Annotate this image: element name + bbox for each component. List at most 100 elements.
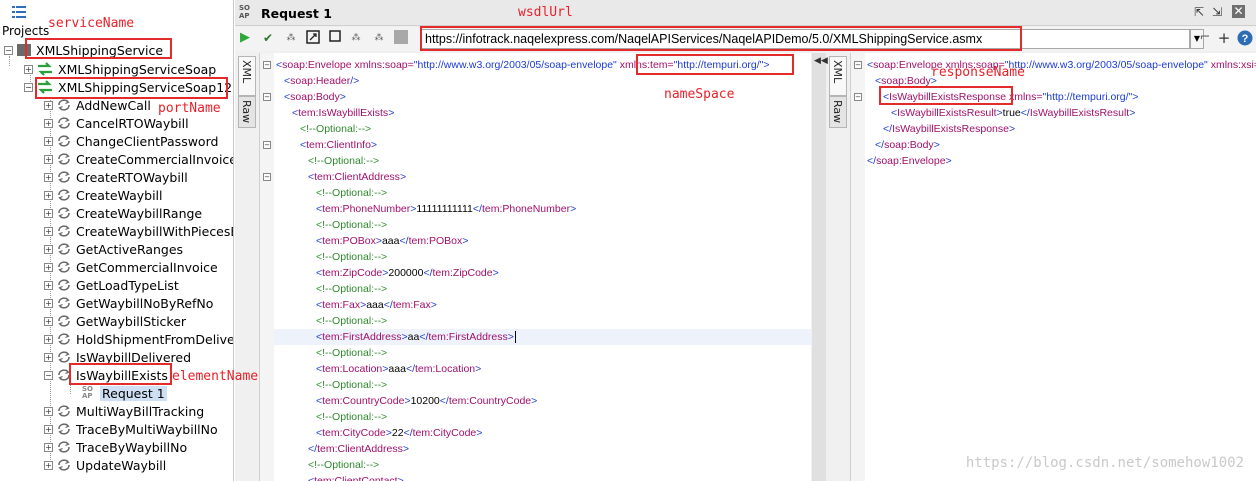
projects-list-icon[interactable] (12, 6, 26, 18)
tree-request-node[interactable]: SO AP Request 1 (82, 384, 167, 402)
xml-token: </ (439, 395, 449, 407)
tree-operation-node[interactable]: + GetActiveRanges (44, 240, 183, 258)
tab-response-raw[interactable]: Raw (829, 96, 847, 128)
operation-name-label: UpdateWaybill (76, 457, 167, 473)
fold-toggle-icon[interactable]: − (263, 141, 271, 149)
fold-toggle-icon[interactable]: − (263, 61, 271, 69)
expand-toggle-icon[interactable]: + (44, 190, 53, 200)
collapse-toggle-icon[interactable]: − (44, 370, 53, 380)
add-endpoint-icon[interactable]: + (1216, 30, 1232, 46)
tree-operation-node[interactable]: + ChangeClientPassword (44, 132, 218, 150)
expand-toggle-icon[interactable]: + (44, 460, 53, 470)
xml-line: <tem:ClientAddress> (308, 169, 406, 185)
operation-name-label: GetWaybillNoByRefNo (76, 295, 214, 311)
tree-port-node[interactable]: − XMLShippingServiceSoap12 (24, 78, 232, 96)
tree-port-node[interactable]: + XMLShippingServiceSoap (24, 60, 216, 78)
tab-request-raw[interactable]: Raw (238, 96, 256, 128)
expand-toggle-icon[interactable]: + (44, 298, 53, 308)
tree-operation-node[interactable]: + CreateCommercialInvoice (44, 150, 233, 168)
expand-toggle-icon[interactable]: + (44, 352, 53, 362)
format-icon[interactable]: ⁂ (348, 30, 364, 46)
interface-arrows-icon (38, 62, 52, 76)
tree-operation-node[interactable]: + CreateWaybillWithPiecesE (44, 222, 233, 240)
restore-icon[interactable]: ⇱ (1192, 5, 1206, 19)
fold-toggle-icon[interactable]: − (854, 93, 862, 101)
edit-endpoint-icon[interactable]: ⌐ (1197, 30, 1213, 46)
collapse-toggle-icon[interactable]: − (4, 45, 13, 55)
wss-icon[interactable]: ⁂ (283, 30, 299, 46)
close-icon[interactable]: ✕ (1232, 5, 1245, 18)
xml-token: > (402, 443, 409, 455)
xml-token: 200000 (388, 267, 424, 279)
tree-operation-node[interactable]: + TraceByMultiWaybillNo (44, 420, 218, 438)
create-testcase-icon[interactable] (305, 30, 321, 46)
expand-toggle-icon[interactable]: + (44, 172, 53, 182)
operation-name-label: TraceByWaybillNo (76, 439, 188, 455)
add-assertion-icon[interactable]: ✔ (260, 30, 276, 46)
expand-toggle-icon[interactable]: + (44, 226, 53, 236)
collapse-toggle-icon[interactable]: − (24, 82, 33, 92)
tree-operation-node[interactable]: + AddNewCall (44, 96, 151, 114)
tree-operation-node[interactable]: + CreateWaybill (44, 186, 163, 204)
expand-toggle-icon[interactable]: + (44, 280, 53, 290)
xml-token: > (399, 171, 407, 183)
expand-toggle-icon[interactable]: + (44, 118, 53, 128)
fold-toggle-icon[interactable]: − (263, 173, 271, 181)
xml-token: tem:CountryCode (322, 395, 405, 407)
expand-toggle-icon[interactable]: + (44, 208, 53, 218)
expand-toggle-icon[interactable]: + (44, 244, 53, 254)
detach-icon[interactable]: ⇲ (1210, 5, 1224, 19)
tree-operation-node[interactable]: + MultiWayBillTracking (44, 402, 204, 420)
tree-operation-node[interactable]: + GetLoadTypeList (44, 276, 179, 294)
run-icon[interactable]: ▶ (237, 30, 253, 46)
operation-refresh-icon (58, 279, 70, 291)
help-icon[interactable]: ? (1237, 30, 1253, 46)
endpoint-url-input[interactable]: https://infotrack.naqelexpress.com/Naqel… (420, 29, 1190, 49)
expand-toggle-icon[interactable]: + (44, 442, 53, 452)
operation-refresh-icon (58, 189, 70, 201)
expand-toggle-icon[interactable]: + (44, 316, 53, 326)
expand-toggle-icon[interactable]: + (44, 154, 53, 164)
tree-operation-node[interactable]: + UpdateWaybill (44, 456, 166, 474)
tree-operation-node[interactable]: + CreateWaybillRange (44, 204, 202, 222)
operation-refresh-icon (58, 135, 70, 147)
expand-toggle-icon[interactable]: + (44, 406, 53, 416)
xml-token: </ (405, 363, 415, 375)
xml-token: IsWaybillExistsResult (1029, 107, 1130, 119)
watermark-text: https://blog.csdn.net/somehow1002 (965, 455, 1244, 471)
tree-operation-node[interactable]: + CancelRTOWaybill (44, 114, 189, 132)
fold-toggle-icon[interactable]: − (263, 93, 271, 101)
xml-token: <!--Optional:--> (316, 219, 388, 231)
options-icon[interactable]: ⁂ (371, 30, 387, 46)
tab-request-xml[interactable]: XML (238, 56, 256, 96)
operation-refresh-icon (58, 423, 70, 435)
expand-toggle-icon[interactable]: + (44, 334, 53, 344)
tree-operation-node[interactable]: + GetWaybillSticker (44, 312, 186, 330)
split-arrows-icon[interactable]: ◀◀ (814, 56, 828, 66)
stop-icon[interactable] (327, 30, 343, 46)
operation-refresh-icon (58, 207, 70, 219)
tree-operation-node[interactable]: + GetCommercialInvoice (44, 258, 218, 276)
tree-operation-node[interactable]: + HoldShipmentFromDelive (44, 330, 233, 348)
fold-toggle-icon[interactable]: − (854, 61, 862, 69)
split-divider[interactable]: ◀◀ (812, 53, 828, 481)
expand-toggle-icon[interactable]: + (44, 136, 53, 146)
expand-toggle-icon[interactable]: + (44, 424, 53, 434)
request-xml-editor[interactable]: <soap:Envelope xmlns:soap="http://www.w3… (259, 53, 811, 481)
tree-operation-node[interactable]: + CreateRTOWaybill (44, 168, 188, 186)
folder-icon (17, 44, 31, 56)
tree-operation-node[interactable]: + GetWaybillNoByRefNo (44, 294, 213, 312)
response-xml-editor[interactable]: <soap:Envelope xmlns:soap="http://www.w3… (850, 53, 1256, 481)
xml-token: > (462, 235, 469, 247)
tab-response-xml[interactable]: XML (829, 56, 847, 96)
tree-operation-node[interactable]: + IsWaybillDelivered (44, 348, 191, 366)
expand-toggle-icon[interactable]: + (44, 262, 53, 272)
tree-service-node[interactable]: − XMLShippingService (4, 41, 163, 59)
tree-operation-node[interactable]: + TraceByWaybillNo (44, 438, 187, 456)
xml-line: <IsWaybillExistsResult>true</IsWaybillEx… (891, 105, 1135, 121)
expand-toggle-icon[interactable]: + (24, 64, 33, 74)
xml-line: <!--Optional:--> (316, 313, 387, 329)
interface-arrows-icon (38, 80, 52, 94)
tree-operation-node[interactable]: − IsWaybillExists (44, 366, 168, 384)
expand-toggle-icon[interactable]: + (44, 100, 53, 110)
